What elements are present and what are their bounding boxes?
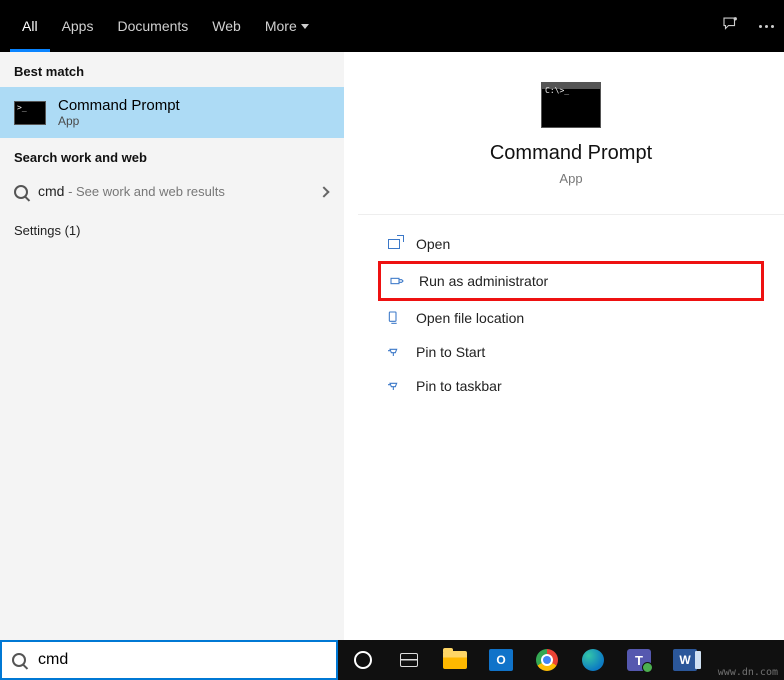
search-icon: [12, 653, 26, 667]
tab-documents[interactable]: Documents: [105, 0, 200, 52]
chrome-icon[interactable]: [530, 645, 564, 675]
taskbar: O T W www.dn.com: [338, 640, 784, 680]
content-area: Best match Command Prompt App Search wor…: [0, 52, 784, 640]
action-pin-to-start[interactable]: Pin to Start: [378, 335, 764, 369]
pin-icon: [386, 378, 402, 394]
command-prompt-icon-large: [541, 82, 601, 128]
action-open-label: Open: [416, 236, 450, 252]
task-view-icon[interactable]: [392, 645, 426, 675]
app-subtitle: App: [358, 171, 784, 186]
result-text: Command Prompt App: [58, 97, 180, 128]
search-term: cmd: [38, 183, 64, 199]
action-pin-taskbar-label: Pin to taskbar: [416, 378, 502, 394]
search-icon: [14, 185, 28, 199]
word-icon[interactable]: W: [668, 645, 702, 675]
search-input[interactable]: [38, 651, 326, 669]
feedback-icon[interactable]: [721, 15, 739, 38]
tab-apps[interactable]: Apps: [50, 0, 106, 52]
tab-web[interactable]: Web: [200, 0, 253, 52]
watermark-text: www.dn.com: [718, 667, 778, 678]
settings-group[interactable]: Settings (1): [0, 211, 344, 250]
search-web-heading: Search work and web: [0, 138, 344, 173]
app-title: Command Prompt: [358, 142, 784, 165]
search-web-text: cmd - See work and web results: [38, 183, 225, 201]
action-pin-start-label: Pin to Start: [416, 344, 485, 360]
pin-icon: [386, 344, 402, 360]
action-list: Open Run as administrator Open file loca…: [358, 215, 784, 415]
teams-icon[interactable]: T: [622, 645, 656, 675]
best-match-heading: Best match: [0, 52, 344, 87]
command-prompt-icon: [14, 101, 46, 125]
search-hint: - See work and web results: [64, 184, 224, 199]
tab-more[interactable]: More: [253, 0, 321, 52]
top-right-controls: [721, 0, 774, 52]
tab-more-label: More: [265, 0, 297, 52]
best-match-result[interactable]: Command Prompt App: [0, 87, 344, 138]
more-options-icon[interactable]: [759, 25, 774, 28]
admin-shield-icon: [389, 273, 405, 289]
app-preview-header: Command Prompt App: [358, 66, 784, 215]
preview-panel: Command Prompt App Open Run as administr…: [358, 52, 784, 640]
chevron-right-icon: [318, 186, 329, 197]
edge-icon[interactable]: [576, 645, 610, 675]
open-icon: [386, 236, 402, 252]
result-title: Command Prompt: [58, 97, 180, 114]
action-open[interactable]: Open: [378, 227, 764, 261]
search-filter-bar: All Apps Documents Web More: [0, 0, 784, 52]
file-explorer-icon[interactable]: [438, 645, 472, 675]
action-admin-label: Run as administrator: [419, 273, 548, 289]
action-pin-to-taskbar[interactable]: Pin to taskbar: [378, 369, 764, 403]
action-run-as-administrator[interactable]: Run as administrator: [378, 261, 764, 301]
tab-all[interactable]: All: [10, 0, 50, 52]
cortana-icon[interactable]: [346, 645, 380, 675]
search-box[interactable]: [0, 640, 338, 680]
result-subtitle: App: [58, 114, 180, 128]
results-panel: Best match Command Prompt App Search wor…: [0, 52, 344, 640]
folder-location-icon: [386, 310, 402, 326]
chevron-down-icon: [301, 24, 309, 29]
search-web-result[interactable]: cmd - See work and web results: [0, 173, 344, 211]
action-location-label: Open file location: [416, 310, 524, 326]
outlook-icon[interactable]: O: [484, 645, 518, 675]
action-open-file-location[interactable]: Open file location: [378, 301, 764, 335]
